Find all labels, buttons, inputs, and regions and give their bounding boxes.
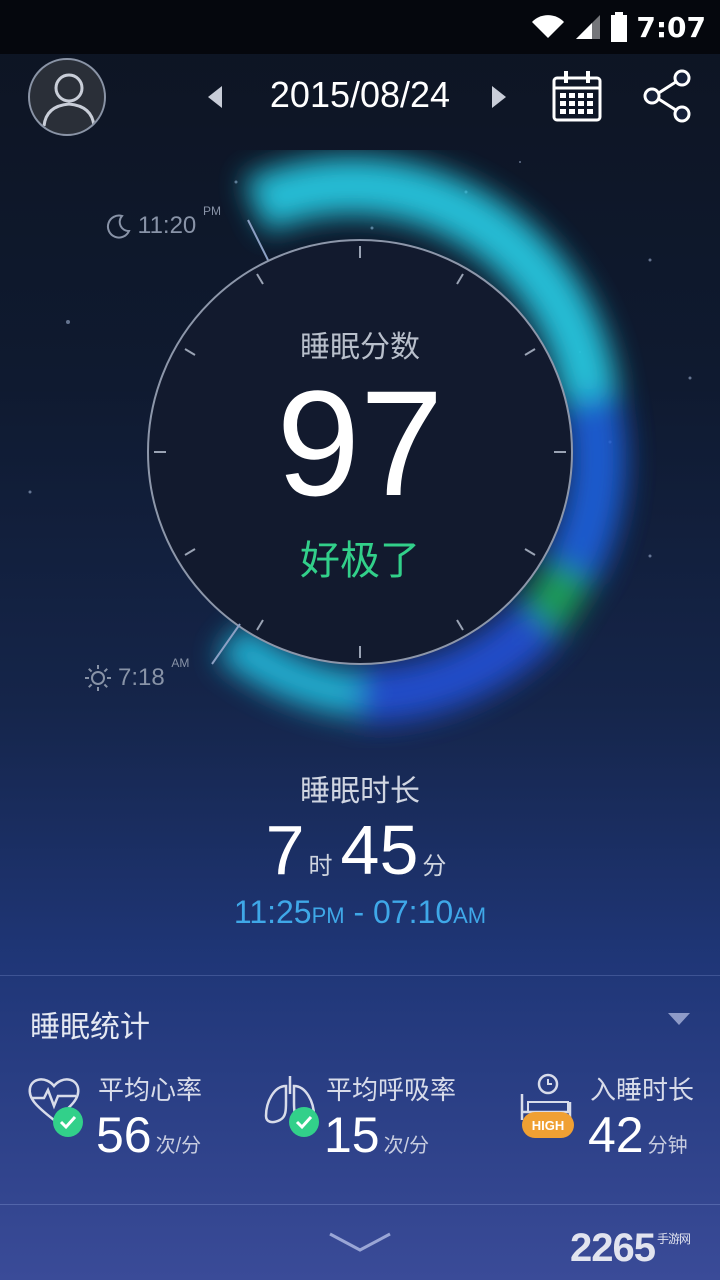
duration-value: 7 时 45 分 (0, 810, 720, 890)
high-badge: HIGH (522, 1112, 574, 1138)
stats-title: 睡眠统计 (30, 1010, 150, 1045)
duration-label: 睡眠时长 (300, 774, 420, 809)
status-bar: 7:07 (0, 0, 720, 54)
score-rating: 好极了 (300, 538, 420, 584)
battery-icon (611, 12, 628, 42)
duration-minutes-unit: 分 (422, 853, 447, 880)
stat-heart-rate: 平均心率 56 次/分 (26, 1068, 256, 1168)
user-icon (42, 73, 96, 127)
bottom-divider (0, 1204, 720, 1205)
waketime-ampm: AM (171, 656, 190, 670)
range-start-ampm: PM (311, 903, 345, 928)
watermark: 2265 手游网 (570, 1226, 691, 1271)
waketime-label: 7:18 AM (84, 656, 189, 692)
stat-value-wrap: 56 次/分 (96, 1106, 201, 1164)
duration-hours-unit: 时 (308, 853, 333, 880)
check-icon (289, 1107, 319, 1137)
bedtime-value: 11:20 (138, 212, 197, 239)
stat-value-wrap: 42 分钟 (588, 1106, 688, 1164)
calendar-icon[interactable] (552, 70, 602, 122)
check-icon (53, 1107, 83, 1137)
status-time: 7:07 (636, 10, 706, 44)
divider (0, 975, 720, 976)
stat-value: 42 (588, 1107, 644, 1163)
stat-unit: 次/分 (383, 1135, 430, 1157)
moon-icon (106, 214, 131, 239)
high-badge-text: HIGH (532, 1118, 565, 1133)
range-end: 07:10 (373, 894, 454, 930)
wifi-icon (532, 15, 565, 38)
stat-unit: 分钟 (647, 1135, 688, 1157)
stat-value: 15 (324, 1107, 380, 1163)
signal-icon (576, 15, 601, 39)
stat-name: 入睡时长 (590, 1076, 695, 1106)
waketime-value: 7:18 (118, 664, 165, 691)
bedtime-label: 11:20 PM (106, 204, 221, 240)
stat-sleep-latency: HIGH 入睡时长 42 分钟 (518, 1068, 708, 1168)
prev-date-icon[interactable] (204, 84, 224, 110)
stat-unit: 次/分 (155, 1135, 202, 1157)
score-value: 97 (276, 359, 444, 527)
stat-name: 平均心率 (98, 1076, 203, 1106)
duration-range: 11:25PM - 07:10AM (0, 894, 720, 931)
avatar[interactable] (28, 58, 106, 136)
header: 2015/08/24 (0, 54, 720, 142)
stat-respiration: 平均呼吸率 15 次/分 (262, 1068, 492, 1168)
bedtime-ampm: PM (202, 204, 221, 218)
stat-name: 平均呼吸率 (326, 1076, 457, 1106)
stat-value: 56 (96, 1107, 152, 1163)
range-end-ampm: AM (453, 903, 487, 928)
range-start: 11:25 (233, 894, 312, 930)
chevron-down-icon[interactable] (326, 1230, 394, 1256)
date-label[interactable]: 2015/08/24 (240, 74, 480, 116)
duration-minutes: 45 (340, 811, 419, 889)
share-icon[interactable] (640, 68, 694, 124)
sun-icon (85, 665, 111, 691)
next-date-icon[interactable] (490, 84, 510, 110)
stat-value-wrap: 15 次/分 (324, 1106, 429, 1164)
watermark-text: 2265 (570, 1226, 656, 1270)
watermark-sub: 手游网 (656, 1232, 691, 1246)
range-separator: - (344, 894, 374, 930)
duration-hours: 7 (265, 811, 305, 889)
triangle-down-icon[interactable] (666, 1010, 692, 1028)
